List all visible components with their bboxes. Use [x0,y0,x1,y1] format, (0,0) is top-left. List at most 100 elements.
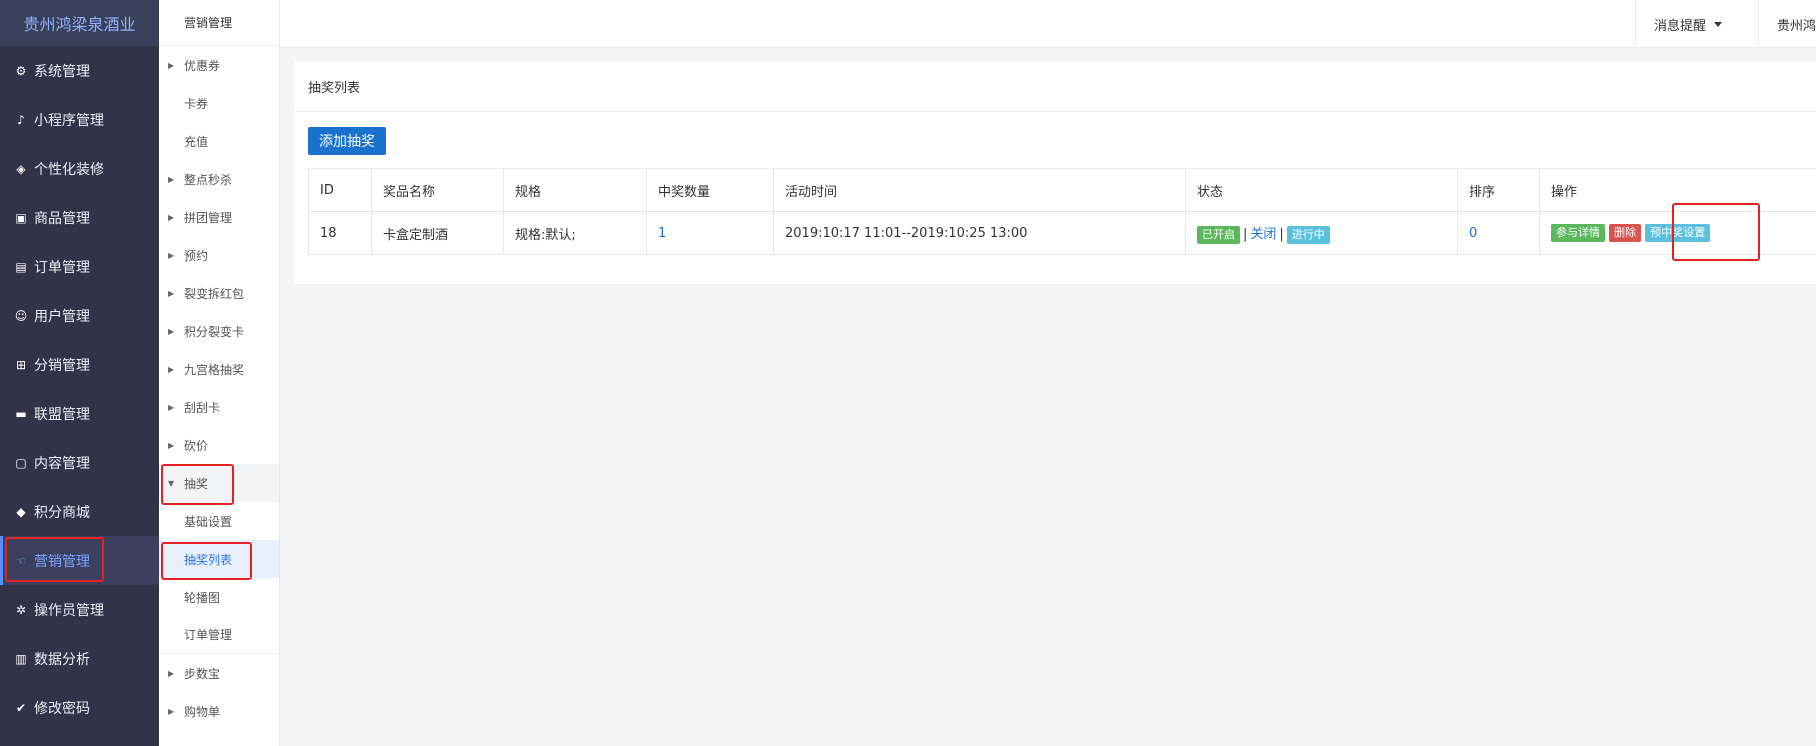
col-name: 奖品名称 [371,168,504,212]
submenu-item[interactable]: ▶ 购物单 [159,692,279,730]
nav-item-label: 分销管理 [34,357,90,374]
submenu-item[interactable]: ▶ 刮刮卡 [159,388,279,426]
status-separator: | [1279,226,1284,242]
nav-item-label: 营销管理 [34,553,90,570]
submenu-item-label: 砍价 [184,438,209,453]
submenu-item[interactable]: 充值 [159,122,279,160]
nav-item-label: 订单管理 [34,259,90,276]
submenu-item[interactable]: 基础设置 [159,502,279,540]
cell-time: 2019:10:17 11:01--2019:10:25 13:00 [773,211,1186,255]
nav-item[interactable]: ◆ 积分商城 [0,487,159,536]
brand-title: 贵州鸿梁泉酒业 [0,0,159,46]
user-menu[interactable]: 贵州鸿 [1758,0,1816,48]
nav-item[interactable]: ✲ 操作员管理 [0,585,159,634]
nav-item-label: 积分商城 [34,504,90,521]
submenu-item[interactable]: ▶ 拼团管理 [159,198,279,236]
nav-item[interactable]: ✔ 修改密码 [0,683,159,732]
submenu-item[interactable]: 轮播图 [159,578,279,616]
submenu-item[interactable]: ▶ 步数宝 [159,654,279,692]
main-nav: ⚙ 系统管理 ♪ 小程序管理 ◈ 个性化装修 ▣ 商品管理 ▤ 订单管理 ☺ 用户管理 ⊞ 分销管理 ▬ 联盟… [0,46,159,732]
submenu-item[interactable]: 抽奖列表 [159,540,279,578]
caret-right-icon: ▶ [168,288,175,298]
submenu-item-label: 拼团管理 [184,210,233,225]
nav-item[interactable]: ▣ 商品管理 [0,193,159,242]
nav-item[interactable]: ☺ 用户管理 [0,291,159,340]
notice-label: 消息提醒 [1654,18,1707,34]
caret-right-icon: ▶ [168,250,175,260]
status-on-badge[interactable]: 已开启 [1197,225,1240,244]
col-id: ID [308,168,372,212]
goods-icon: ▣ [15,210,27,225]
participation-detail-button[interactable]: 参与详情 [1551,224,1605,242]
caret-right-icon: ▶ [168,212,175,222]
status-separator: | [1243,226,1248,242]
submenu-item[interactable]: ▶ 九宫格抽奖 [159,350,279,388]
cell-id: 18 [308,211,372,255]
marketing-icon: ☜ [15,553,27,568]
caret-right-icon: ▶ [168,668,175,678]
nav-item-label: 修改密码 [34,700,90,717]
lottery-list-panel: 抽奖列表 添加抽奖 ID 奖品名称 规格 中奖数量 活动时间 状态 排序 操作 … [294,62,1816,284]
submenu-item-label: 购物单 [184,704,221,719]
preset-winner-button[interactable]: 预中奖设置 [1645,224,1711,242]
caret-right-icon: ▶ [168,706,175,716]
nav-item-label: 联盟管理 [34,406,90,423]
nav-item[interactable]: ▬ 联盟管理 [0,389,159,438]
caret-right-icon: ▶ [168,174,175,184]
caret-right-icon: ▶ [168,440,175,450]
col-time: 活动时间 [773,168,1186,212]
nav-item[interactable]: ⚙ 系统管理 [0,46,159,95]
nav-item[interactable]: ♪ 小程序管理 [0,95,159,144]
cell-count[interactable]: 1 [646,211,774,255]
nav-item[interactable]: ▥ 数据分析 [0,634,159,683]
caret-down-icon [1714,21,1723,27]
submenu-item-label: 优惠券 [184,58,221,73]
cell-spec: 规格:默认; [503,211,647,255]
status-running-badge: 进行中 [1286,225,1330,244]
mini-program-icon: ♪ [17,112,25,127]
gear-outline-icon: ⚙ [15,63,27,78]
submenu-item-label: 轮播图 [184,590,221,605]
col-actions: 操作 [1539,168,1816,212]
table-row: 18 卡盒定制酒 规格:默认; 1 2019:10:17 11:01--2019… [308,211,1816,255]
nav-item[interactable]: ▤ 订单管理 [0,242,159,291]
lottery-table: ID 奖品名称 规格 中奖数量 活动时间 状态 排序 操作 18 卡盒定制酒 规… [308,168,1816,255]
submenu-item[interactable]: ▼ 抽奖 [159,464,279,502]
submenu-item[interactable]: ▶ 优惠券 [159,46,279,84]
distribution-icon: ⊞ [15,357,27,372]
col-count: 中奖数量 [646,168,774,212]
nav-item[interactable]: ▢ 内容管理 [0,438,159,487]
submenu-item[interactable]: 订单管理 [159,616,279,654]
delete-button[interactable]: 删除 [1609,224,1642,242]
notice-dropdown[interactable]: 消息提醒 [1635,0,1758,48]
submenu-list: ▶ 优惠券 卡券 充值 ▶ 整点秒杀 ▶ 拼团管理 ▶ 预约 ▶ 裂变拆红包 ▶ 积分裂变卡 ▶ 九宫格抽奖 ▶… [159,46,279,730]
status-close-link[interactable]: 关闭 [1250,227,1276,242]
cell-sort[interactable]: 0 [1457,211,1540,255]
store-icon: ▬ [15,406,27,421]
nav-item[interactable]: ⊞ 分销管理 [0,340,159,389]
add-lottery-button[interactable]: 添加抽奖 [308,127,386,155]
submenu-item-label: 步数宝 [184,666,221,681]
nav-item-label: 用户管理 [34,308,90,325]
content-icon: ▢ [15,455,27,470]
submenu-item[interactable]: 卡券 [159,84,279,122]
submenu-header: 营销管理 [159,0,279,46]
nav-item-label: 操作员管理 [34,602,104,619]
submenu-item-label: 九宫格抽奖 [184,362,245,377]
caret-down-icon: ▼ [168,478,175,488]
submenu-item[interactable]: ▶ 砍价 [159,426,279,464]
nav-item[interactable]: ◈ 个性化装修 [0,144,159,193]
submenu-item-label: 预约 [184,248,209,263]
caret-right-icon: ▶ [168,402,175,412]
nav-item-label: 个性化装修 [34,161,104,178]
nav-item[interactable]: ☜ 营销管理 [0,536,159,585]
submenu-item[interactable]: ▶ 积分裂变卡 [159,312,279,350]
submenu-item[interactable]: ▶ 裂变拆红包 [159,274,279,312]
submenu-item[interactable]: ▶ 整点秒杀 [159,160,279,198]
submenu-item-label: 卡券 [184,96,209,111]
submenu-item[interactable]: ▶ 预约 [159,236,279,274]
nav-item-label: 内容管理 [34,455,90,472]
submenu-item-label: 基础设置 [184,514,233,529]
cell-name: 卡盒定制酒 [371,211,504,255]
nav-item-label: 数据分析 [34,651,90,668]
